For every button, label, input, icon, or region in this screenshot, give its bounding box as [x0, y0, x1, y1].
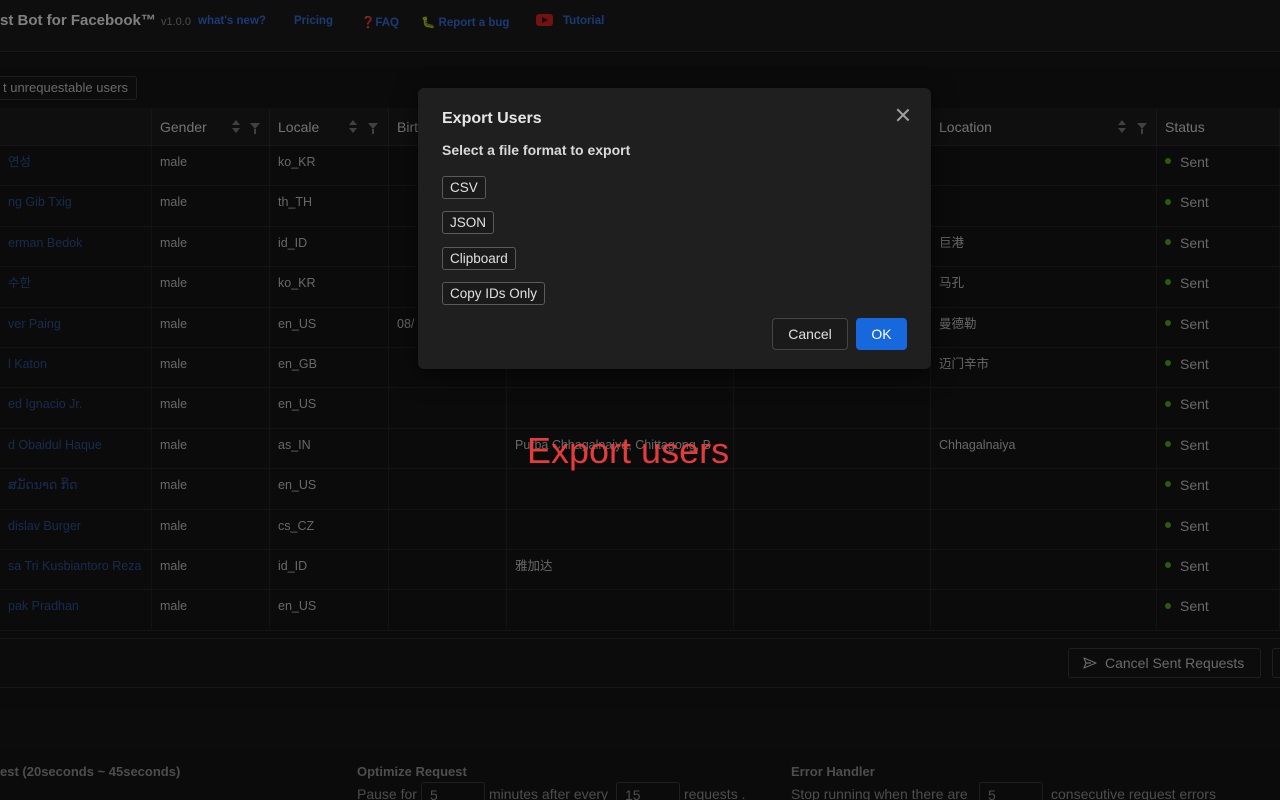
- ok-button[interactable]: OK: [856, 318, 907, 350]
- copy-ids-only-button[interactable]: Copy IDs Only: [442, 282, 546, 305]
- export-csv-button[interactable]: CSV: [442, 176, 486, 199]
- export-users-modal: Export Users Select a file format to exp…: [418, 88, 931, 369]
- cancel-button[interactable]: Cancel: [772, 318, 848, 350]
- close-icon[interactable]: [894, 106, 912, 124]
- export-json-button[interactable]: JSON: [442, 211, 495, 234]
- annotation-caption: Export users: [527, 430, 730, 471]
- modal-title: Export Users: [442, 110, 542, 127]
- modal-subtitle: Select a file format to export: [442, 142, 631, 158]
- export-clipboard-button[interactable]: Clipboard: [442, 247, 516, 270]
